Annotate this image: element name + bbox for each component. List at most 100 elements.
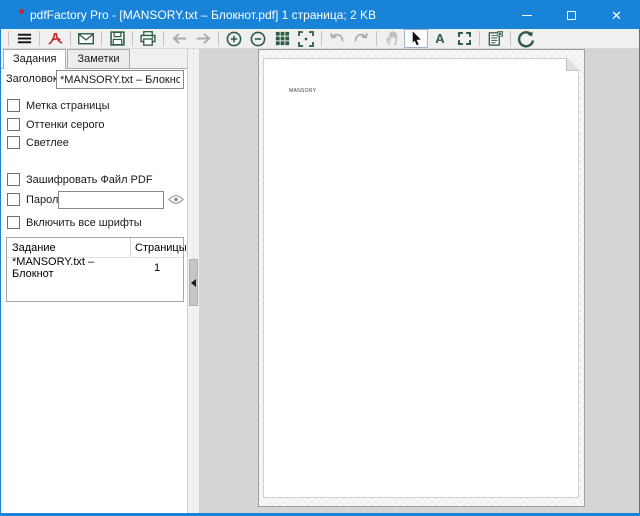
option-lighter[interactable]: Светлее xyxy=(7,136,69,149)
fit-page-icon xyxy=(297,30,315,48)
window-controls: ✕ xyxy=(504,1,639,29)
app-icon xyxy=(9,8,24,23)
thumbnails-button[interactable] xyxy=(270,29,294,48)
option-page-mark[interactable]: Метка страницы xyxy=(7,99,110,112)
zoom-in-icon xyxy=(225,30,243,48)
marquee-icon xyxy=(458,32,471,45)
page-fold-corner xyxy=(566,58,579,71)
cursor-icon xyxy=(408,30,425,47)
toolbar-separator xyxy=(321,31,322,46)
pdf-page[interactable]: MANSORY xyxy=(263,58,579,498)
checkbox-icon[interactable] xyxy=(7,118,20,131)
show-password-eye-icon[interactable] xyxy=(168,194,184,205)
toolbar-separator xyxy=(479,31,480,46)
tab-jobs[interactable]: Задания xyxy=(3,49,66,69)
toolbar-separator xyxy=(101,31,102,46)
back-arrow-icon xyxy=(170,30,189,47)
password-input[interactable] xyxy=(58,191,164,209)
checkbox-icon[interactable] xyxy=(7,193,20,206)
option-label: Метка страницы xyxy=(26,100,110,112)
zoom-in-button[interactable] xyxy=(222,29,246,48)
refresh-button[interactable] xyxy=(514,29,538,48)
document-viewport[interactable]: MANSORY xyxy=(258,49,585,507)
zoom-out-icon xyxy=(249,30,267,48)
toolbar-separator xyxy=(132,31,133,46)
option-label: Включить все шрифты xyxy=(26,217,142,229)
column-header-pages[interactable]: Страницы xyxy=(131,242,183,254)
column-header-job[interactable]: Задание xyxy=(7,238,131,257)
menu-icon xyxy=(16,30,33,47)
collapse-left-icon xyxy=(191,279,196,287)
save-icon xyxy=(109,30,126,47)
preview-pane: MANSORY xyxy=(199,49,639,514)
checkbox-icon[interactable] xyxy=(7,173,20,186)
title-label: Заголовок: xyxy=(6,73,61,85)
fit-page-button[interactable] xyxy=(294,29,318,48)
acrobat-pdf-icon xyxy=(47,30,64,47)
settings-panel: Задания Заметки Заголовок: Метка страниц… xyxy=(1,49,188,514)
jobs-table: Задание Страницы *MANSORY.txt – Блокнот … xyxy=(6,237,184,302)
redo-button[interactable] xyxy=(349,29,373,48)
title-input[interactable] xyxy=(56,70,184,89)
checkbox-icon[interactable] xyxy=(7,216,20,229)
close-button[interactable]: ✕ xyxy=(594,1,639,29)
print-icon xyxy=(139,30,157,47)
zoom-out-button[interactable] xyxy=(246,29,270,48)
job-name-cell: *MANSORY.txt – Блокнот xyxy=(7,256,131,280)
panel-splitter[interactable] xyxy=(188,49,199,514)
tab-notes[interactable]: Заметки xyxy=(67,49,129,68)
forward-arrow-icon xyxy=(194,30,213,47)
minimize-icon xyxy=(522,15,532,16)
email-icon xyxy=(77,30,95,47)
toolbar-separator xyxy=(8,31,9,46)
hand-tool-button[interactable] xyxy=(380,29,404,48)
forward-button[interactable] xyxy=(191,29,215,48)
delete-page-icon xyxy=(486,30,504,47)
toolbar-separator xyxy=(163,31,164,46)
toolbar-separator xyxy=(70,31,71,46)
menu-button[interactable] xyxy=(12,29,36,48)
option-embed-fonts[interactable]: Включить все шрифты xyxy=(7,216,142,229)
thumbnail-grid-icon xyxy=(274,30,291,47)
checkbox-icon[interactable] xyxy=(7,99,20,112)
refresh-icon xyxy=(517,30,535,48)
option-encrypt[interactable]: Зашифровать Файл PDF xyxy=(7,173,153,186)
back-button[interactable] xyxy=(167,29,191,48)
option-grayscale[interactable]: Оттенки серого xyxy=(7,118,104,131)
main-area: Задания Заметки Заголовок: Метка страниц… xyxy=(1,49,639,514)
text-tool-button[interactable]: A xyxy=(428,29,452,48)
redo-icon xyxy=(352,30,370,47)
undo-icon xyxy=(328,30,346,47)
maximize-icon xyxy=(567,11,576,20)
maximize-button[interactable] xyxy=(549,1,594,29)
toolbar-separator xyxy=(376,31,377,46)
jobs-tab-content: Заголовок: Метка страницы Оттенки серого… xyxy=(1,69,187,514)
acrobat-button[interactable] xyxy=(43,29,67,48)
text-tool-icon: A xyxy=(435,32,444,45)
marquee-tool-button[interactable] xyxy=(452,29,476,48)
page-header-text: MANSORY xyxy=(289,88,316,94)
checkbox-icon[interactable] xyxy=(7,136,20,149)
option-password[interactable]: Пароль xyxy=(7,193,64,206)
app-window: pdfFactory Pro - [MANSORY.txt – Блокнот.… xyxy=(0,0,640,516)
print-button[interactable] xyxy=(136,29,160,48)
hand-icon xyxy=(384,30,401,47)
toolbar: A xyxy=(1,29,639,49)
splitter-collapse-handle[interactable] xyxy=(189,259,198,306)
undo-button[interactable] xyxy=(325,29,349,48)
toolbar-separator xyxy=(218,31,219,46)
option-label: Светлее xyxy=(26,137,69,149)
minimize-button[interactable] xyxy=(504,1,549,29)
close-icon: ✕ xyxy=(611,9,622,22)
option-label: Зашифровать Файл PDF xyxy=(26,174,153,186)
save-button[interactable] xyxy=(105,29,129,48)
window-title: pdfFactory Pro - [MANSORY.txt – Блокнот.… xyxy=(30,8,376,22)
cursor-tool-button[interactable] xyxy=(404,29,428,48)
title-bar: pdfFactory Pro - [MANSORY.txt – Блокнот.… xyxy=(1,1,639,29)
delete-page-button[interactable] xyxy=(483,29,507,48)
toolbar-separator xyxy=(39,31,40,46)
toolbar-separator xyxy=(510,31,511,46)
job-pages-cell: 1 xyxy=(131,262,183,274)
table-row[interactable]: *MANSORY.txt – Блокнот 1 xyxy=(7,258,183,277)
email-button[interactable] xyxy=(74,29,98,48)
